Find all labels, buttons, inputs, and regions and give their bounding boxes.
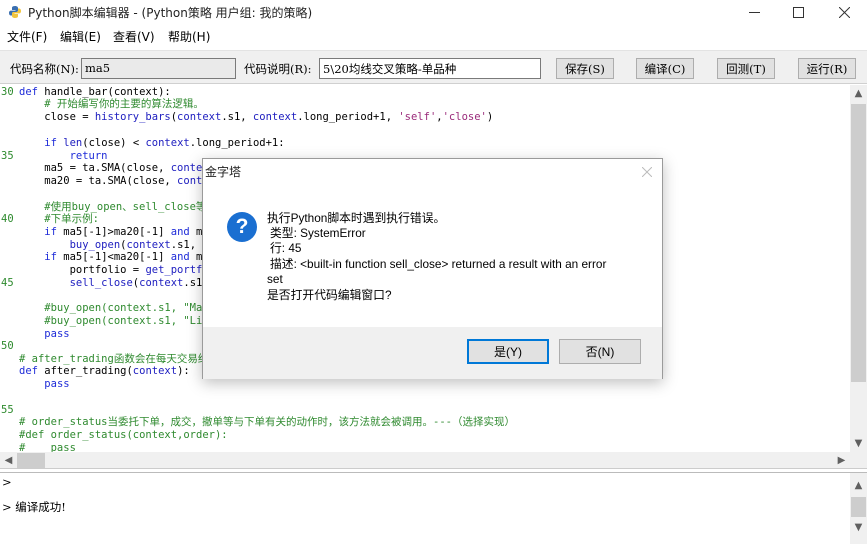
code-desc-field[interactable]: 5\20均线交叉策略-单品种 [319,58,541,79]
maximize-button[interactable] [775,0,821,24]
dialog-error-description-cont: set [267,272,283,286]
line-number: 40 [1,213,14,225]
minimize-icon [748,11,760,13]
output-message: > 编译成功! [2,500,66,514]
code-desc-label: 代码说明(R): [244,62,312,76]
title-bar: Python脚本编辑器 - (Python策略 用户组: 我的策略) [0,0,867,24]
scroll-up-icon[interactable]: ▲ [850,85,867,102]
error-dialog: 金字塔 ? 执行Python脚本时遇到执行错误。 类型: SystemError… [202,158,663,379]
output-vertical-scrollbar[interactable]: ▲ ▼ [850,473,867,544]
window-title: Python脚本编辑器 - (Python策略 用户组: 我的策略) [28,6,313,20]
close-icon [641,166,653,178]
scroll-left-icon[interactable]: ◀ [0,452,17,468]
scrollbar-thumb[interactable] [851,497,866,517]
minimize-button[interactable] [731,0,777,24]
dialog-question: 是否打开代码编辑窗口? [267,288,392,302]
line-number: 35 [1,150,14,162]
scroll-right-icon[interactable]: ▶ [833,452,850,468]
dialog-title: 金字塔 [205,165,242,179]
python-icon [9,6,21,18]
compile-button[interactable]: 编译(C) [636,58,694,79]
editor-horizontal-scrollbar[interactable]: ◀ ▶ [0,452,850,468]
menu-edit[interactable]: 编辑(E) [60,28,101,45]
scrollbar-corner [850,452,867,468]
dialog-footer: 是(Y) 否(N) [203,327,662,379]
question-icon: ? [227,212,257,242]
backtest-button[interactable]: 回测(T) [717,58,775,79]
menu-view[interactable]: 查看(V) [113,28,155,45]
dialog-error-type: 类型: SystemError [270,226,366,240]
save-button[interactable]: 保存(S) [556,58,614,79]
output-prompt: > [2,475,12,489]
menu-file[interactable]: 文件(F) [7,28,47,45]
line-number: 55 [1,404,14,416]
dialog-message-line: 执行Python脚本时遇到执行错误。 [267,211,446,225]
menu-bar: 文件(F) 编辑(E) 查看(V) 帮助(H) [0,26,867,46]
scroll-up-icon[interactable]: ▲ [850,477,867,494]
toolbar: 代码名称(N): ma5 代码说明(R): 5\20均线交叉策略-单品种 保存(… [0,50,867,84]
scrollbar-thumb[interactable] [17,453,45,468]
close-button[interactable] [821,0,867,24]
yes-button[interactable]: 是(Y) [467,339,549,364]
dialog-error-description: 描述: <built-in function sell_close> retur… [270,257,607,271]
dialog-error-line: 行: 45 [270,241,302,255]
scroll-down-icon[interactable]: ▼ [850,519,867,536]
editor-vertical-scrollbar[interactable]: ▲ ▼ [850,85,867,452]
line-number: 30 [1,86,14,98]
run-button[interactable]: 运行(R) [798,58,856,79]
dialog-close-button[interactable] [641,161,653,181]
scroll-down-icon[interactable]: ▼ [850,435,867,452]
code-name-field[interactable]: ma5 [81,58,236,79]
no-button[interactable]: 否(N) [559,339,641,364]
code-name-label: 代码名称(N): [10,62,79,76]
line-number: 50 [1,340,14,352]
maximize-icon [792,6,804,18]
line-number: 45 [1,277,14,289]
scrollbar-thumb[interactable] [851,104,866,382]
menu-help[interactable]: 帮助(H) [168,28,210,45]
close-icon [838,6,850,18]
output-panel[interactable]: > > 编译成功! ▲ ▼ [0,472,867,544]
